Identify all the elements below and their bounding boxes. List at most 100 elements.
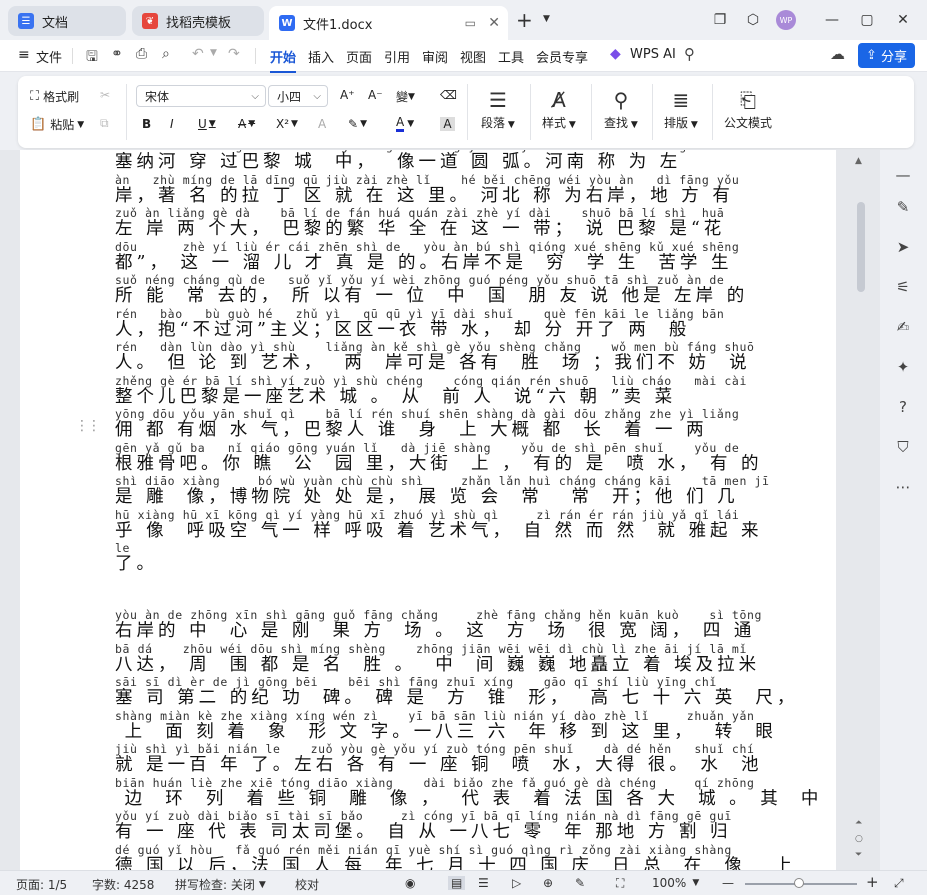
avatar[interactable]: WP <box>776 10 796 30</box>
help-icon[interactable]: ? <box>892 396 914 418</box>
sliders-icon[interactable]: ⚟ <box>892 276 914 298</box>
text-effect-icon[interactable]: A <box>318 117 326 131</box>
more-icon[interactable]: ⋯ <box>892 476 914 498</box>
scroll-prev-page-icon[interactable]: ⏶ <box>855 818 862 828</box>
word-count[interactable]: 字数: 4258 <box>92 876 154 893</box>
divider <box>652 84 653 140</box>
tools-icon[interactable]: ✦ <box>892 356 914 378</box>
web-view-icon[interactable]: ⊕ <box>543 876 553 890</box>
drag-handle-icon[interactable]: ⋮⋮ <box>75 418 101 434</box>
menu-review[interactable]: 审阅 <box>422 47 448 66</box>
hanzi-line: 佣 都 有烟 水 气，巴黎人 谁 身 上 大概 都 长 着 一 两 <box>115 420 708 440</box>
menu-wps-ai[interactable]: WPS AI <box>630 47 676 62</box>
print-icon[interactable]: ⎙ <box>136 46 147 62</box>
clear-format-icon[interactable]: ⌫ <box>440 88 457 102</box>
fullscreen-icon[interactable]: ⤢ <box>894 876 904 891</box>
decrease-font-icon[interactable]: A⁻ <box>368 88 383 102</box>
cursor-icon[interactable]: ➤ <box>892 236 914 258</box>
collapse-icon[interactable]: — <box>892 164 914 186</box>
new-tab-icon[interactable]: + <box>516 8 533 32</box>
cloud-upload-icon[interactable]: ☁ <box>830 45 845 63</box>
menu-page[interactable]: 页面 <box>346 47 372 66</box>
layout-button[interactable]: ≣ 排版 ▼ <box>664 86 698 131</box>
page-view-icon[interactable]: ▤ <box>448 876 466 890</box>
format-painter-icon: ⛶ <box>30 89 40 104</box>
shirt-icon[interactable]: ⛉ <box>892 436 914 458</box>
minimize-icon[interactable]: — <box>822 10 842 30</box>
strikethrough-icon[interactable]: A ▼ <box>238 117 255 131</box>
print-preview-icon[interactable]: ⌕ <box>162 46 170 62</box>
zoom-in-icon[interactable]: + <box>866 873 879 891</box>
copy-icon[interactable]: ⧉ <box>100 116 109 131</box>
page-indicator[interactable]: 页面: 1/5 <box>16 876 67 893</box>
link-icon[interactable]: ⚭ <box>111 46 123 62</box>
spell-check[interactable]: 拼写检查: 关闭 ▼ <box>175 876 266 893</box>
pinyin-line: hū xiàng hū xī kōng qì yí yàng hū xī zhu… <box>115 507 740 522</box>
phonetic-guide-icon[interactable]: 變 ▼ <box>396 88 415 105</box>
redo-icon[interactable]: ↷ <box>228 46 240 62</box>
play-icon[interactable]: ▷ <box>512 876 521 890</box>
eye-icon[interactable]: ◉ <box>405 876 415 890</box>
search-icon[interactable]: ⚲ <box>684 45 695 63</box>
tab-docs[interactable]: ☰ 文档 <box>8 6 126 36</box>
share-button[interactable]: ⇪ 分享 <box>858 43 915 68</box>
hanzi-line: 人，抱“不过河”主义；区区一衣 带 水， 却 分 开了 两 般 <box>115 319 691 340</box>
font-name-select[interactable]: 宋体 ⌵ <box>136 85 266 107</box>
document-page[interactable]: sai na he chuan guo ba li cheng zhong xi… <box>20 150 836 870</box>
wps-ai-icon[interactable]: ◆ <box>610 46 621 62</box>
pinyin-line: dé guó yǐ hòu fǎ guó rén měi nián qī yuè… <box>115 842 732 857</box>
monitor-icon[interactable]: ▭ <box>465 16 476 30</box>
tab-document[interactable]: W 文件1.docx ▭ ✕ <box>269 6 508 40</box>
zoom-out-icon[interactable]: — <box>722 876 734 890</box>
menu-tools[interactable]: 工具 <box>498 47 524 66</box>
scroll-next-page-icon[interactable]: ⏷ <box>855 850 862 860</box>
underline-icon[interactable]: U ▼ <box>198 117 216 131</box>
char-shading-icon[interactable]: A <box>440 117 455 131</box>
menu-insert[interactable]: 插入 <box>308 47 334 66</box>
menu-vip[interactable]: 会员专享 <box>536 47 588 66</box>
paragraph-button[interactable]: ☰ 段落 ▼ <box>481 86 515 131</box>
zoom-level[interactable]: 100% ▼ <box>652 876 699 890</box>
cut-icon[interactable]: ✂ <box>100 88 110 102</box>
hanzi-line: 塞纳河 穿 过巴黎 城 中， 像一道 圆 弧。河南 称 为 左 <box>115 152 682 172</box>
chevron-down-icon[interactable]: ▼ <box>543 14 550 24</box>
increase-font-icon[interactable]: A⁺ <box>340 88 355 102</box>
official-mode-button[interactable]: ⎗ 公文模式 <box>724 86 772 131</box>
hanzi-line: 所 能 常 去的， 所 以有 一 位 中 国 朋 友 说 他是 左岸 的 <box>115 286 749 306</box>
menu-view[interactable]: 视图 <box>460 47 486 66</box>
vertical-scrollbar-thumb[interactable] <box>857 202 865 292</box>
write-view-icon[interactable]: ✎ <box>575 876 585 890</box>
scroll-select-icon[interactable]: ○ <box>855 834 863 844</box>
save-icon[interactable]: 🖫 <box>86 46 98 70</box>
hand-write-icon[interactable]: ✍ <box>892 316 914 338</box>
proofread[interactable]: 校对 <box>295 876 319 893</box>
undo-icon[interactable]: ↶ <box>192 46 204 62</box>
pinyin-line: shàng miàn kè zhe xiàng xíng wén zì yī b… <box>115 708 755 723</box>
close-tab-icon[interactable]: ✕ <box>488 15 500 31</box>
tab-docer[interactable]: ❦ 找稻壳模板 <box>132 6 264 36</box>
font-size-select[interactable]: 小四 ⌵ <box>268 85 328 107</box>
bold-icon[interactable]: B <box>142 117 151 131</box>
menu-reference[interactable]: 引用 <box>384 47 410 66</box>
scroll-up-icon[interactable]: ▲ <box>855 156 862 166</box>
menu-home[interactable]: 开始 <box>270 47 297 73</box>
window-list-icon[interactable]: ❐ <box>710 10 730 30</box>
format-painter-button[interactable]: ⛶ 格式刷 <box>30 88 79 105</box>
close-window-icon[interactable]: ✕ <box>893 10 913 30</box>
cube-icon[interactable]: ⬡ <box>743 10 763 30</box>
find-button[interactable]: ⚲ 查找 ▼ <box>604 86 638 131</box>
font-color-icon[interactable]: A ▼ <box>396 115 414 132</box>
highlight-icon[interactable]: ✎ ▼ <box>348 117 367 131</box>
hamburger-icon[interactable]: ≡ <box>18 47 30 63</box>
fit-page-icon[interactable]: ⛶ <box>616 876 624 891</box>
zoom-slider-thumb[interactable] <box>793 878 804 888</box>
outline-view-icon[interactable]: ☰ <box>478 876 489 890</box>
style-button[interactable]: A̸ 样式 ▼ <box>542 86 576 131</box>
chevron-down-icon[interactable]: ▼ <box>210 48 217 58</box>
menu-file[interactable]: 文件 <box>36 47 62 66</box>
superscript-icon[interactable]: X² ▼ <box>276 117 298 131</box>
italic-icon[interactable]: I <box>170 117 174 131</box>
paste-button[interactable]: 📋 粘贴 ▼ <box>30 116 84 133</box>
maximize-icon[interactable]: ▢ <box>857 10 877 30</box>
pen-icon[interactable]: ✎ <box>892 196 914 218</box>
